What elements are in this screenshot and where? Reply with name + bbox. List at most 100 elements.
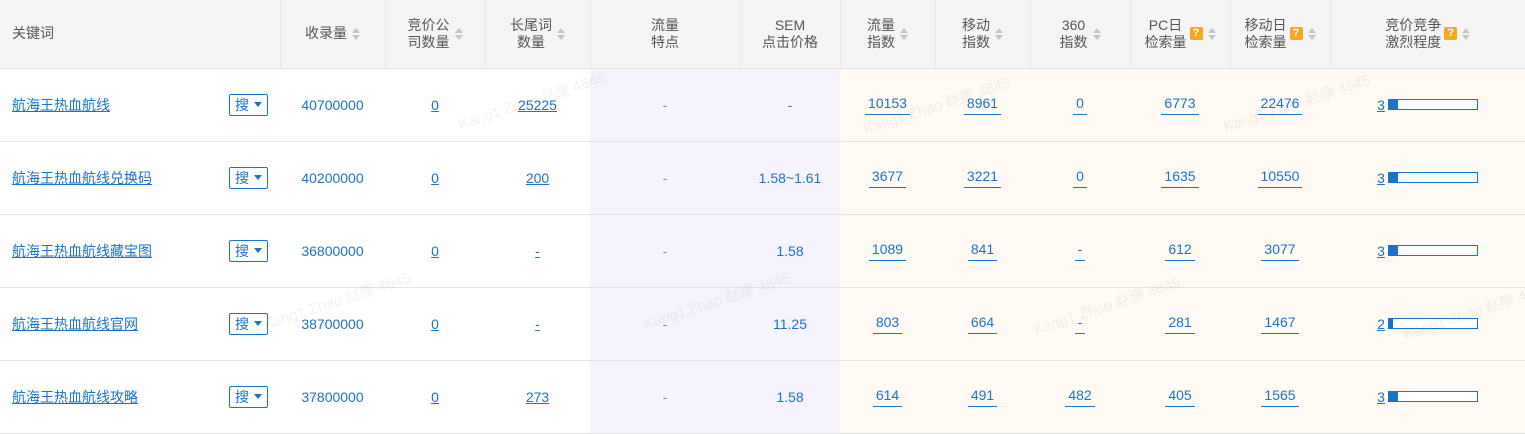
table-row: 航海王热血航线 搜 40700000 0 25225 - - 10153 8961 0 6773 22…	[0, 68, 1525, 142]
search-dropdown-button[interactable]: 搜	[229, 93, 268, 116]
mobile-daily-link[interactable]: 1467	[1261, 314, 1299, 334]
sort-icon[interactable]	[900, 27, 908, 40]
col-sem-price: SEM 点击价格	[739, 0, 840, 69]
col-index-count[interactable]: 收录量	[279, 0, 385, 69]
sort-icon[interactable]	[995, 27, 1003, 40]
mobile-index-cell: 491	[935, 360, 1030, 434]
bid-companies-link[interactable]: 0	[431, 316, 439, 332]
mobile-index-link[interactable]: 664	[967, 314, 998, 334]
help-icon[interactable]: ?	[1444, 27, 1458, 41]
long-tail-cell: 200	[485, 141, 590, 215]
keyword-link[interactable]: 航海王热血航线官网	[12, 314, 138, 334]
traffic-index-link[interactable]: 1089	[868, 241, 907, 261]
table-row: 航海王热血航线官网 搜 38700000 0 - - 11.25 803 664 - 281 1467…	[0, 287, 1525, 361]
pc-daily-cell: 405	[1130, 360, 1230, 434]
bid-companies-link[interactable]: 0	[431, 389, 439, 405]
long-tail-link[interactable]: 273	[526, 389, 549, 405]
bid-companies-cell: 0	[385, 360, 485, 434]
mobile-daily-link[interactable]: 22476	[1257, 95, 1303, 115]
index-360-link[interactable]: 482	[1065, 387, 1095, 407]
competition-link[interactable]: 3	[1377, 170, 1385, 186]
col-mobile-index[interactable]: 移动 指数	[934, 0, 1030, 69]
keyword-link[interactable]: 航海王热血航线藏宝图	[12, 241, 152, 261]
keyword-link[interactable]: 航海王热血航线攻略	[12, 387, 138, 407]
index-count-cell: 40700000	[280, 68, 385, 142]
pc-daily-link[interactable]: 6773	[1161, 95, 1199, 115]
help-icon[interactable]: ?	[1289, 27, 1303, 41]
mobile-daily-link[interactable]: 10550	[1257, 168, 1303, 188]
bid-companies-cell: 0	[385, 141, 485, 215]
sem-price-value: -	[787, 96, 793, 113]
pc-daily-link[interactable]: 405	[1165, 387, 1195, 407]
col-long-tail[interactable]: 长尾词 数量	[484, 0, 590, 69]
bid-companies-link[interactable]: 0	[431, 170, 439, 186]
col-mobile-daily[interactable]: 移动日 检索量 ?	[1229, 0, 1330, 69]
long-tail-link[interactable]: 25225	[518, 97, 557, 113]
traffic-feature-value: -	[662, 242, 668, 259]
search-button-label: 搜	[235, 388, 249, 405]
keyword-link[interactable]: 航海王热血航线	[12, 95, 110, 115]
sort-icon[interactable]	[557, 27, 565, 40]
long-tail-link[interactable]: -	[535, 316, 540, 332]
sort-icon[interactable]	[1307, 27, 1316, 40]
sort-icon[interactable]	[454, 27, 463, 40]
col-360-index[interactable]: 360 指数	[1029, 0, 1130, 69]
long-tail-cell: 25225	[485, 68, 590, 142]
long-tail-cell: -	[485, 287, 590, 361]
search-button-label: 搜	[235, 315, 249, 332]
traffic-index-link[interactable]: 10153	[865, 95, 910, 115]
sort-icon[interactable]	[1092, 27, 1101, 40]
mobile-daily-cell: 1467	[1230, 287, 1330, 361]
traffic-index-link[interactable]: 614	[872, 387, 903, 407]
long-tail-link[interactable]: 200	[526, 170, 549, 186]
index-360-link[interactable]: 0	[1073, 168, 1087, 188]
traffic-index-link[interactable]: 3677	[868, 168, 907, 188]
sort-icon[interactable]	[1207, 27, 1216, 40]
mobile-daily-link[interactable]: 1565	[1261, 387, 1299, 407]
traffic-feature-cell: -	[590, 214, 740, 288]
bid-companies-link[interactable]: 0	[431, 97, 439, 113]
mobile-daily-link[interactable]: 3077	[1261, 241, 1299, 261]
help-icon[interactable]: ?	[1189, 27, 1203, 41]
search-dropdown-button[interactable]: 搜	[229, 312, 268, 335]
index-360-link[interactable]: -	[1074, 314, 1086, 334]
competition-link[interactable]: 3	[1377, 243, 1385, 259]
keyword-cell: 航海王热血航线 搜	[0, 68, 280, 142]
traffic-index-link[interactable]: 803	[872, 314, 903, 334]
index-360-cell: 482	[1030, 360, 1130, 434]
traffic-feature-cell: -	[590, 68, 740, 142]
col-competition[interactable]: 竞价竞争 激烈程度 ?	[1329, 0, 1525, 69]
sort-icon[interactable]	[352, 27, 360, 40]
mobile-index-link[interactable]: 841	[967, 241, 998, 261]
competition-link[interactable]: 3	[1377, 97, 1385, 113]
pc-daily-link[interactable]: 1635	[1161, 168, 1199, 188]
col-traffic-index[interactable]: 流量 指数	[839, 0, 935, 69]
bid-companies-link[interactable]: 0	[431, 243, 439, 259]
col-pc-daily[interactable]: PC日 检索量 ?	[1129, 0, 1230, 69]
search-dropdown-button[interactable]: 搜	[229, 166, 268, 189]
keyword-link[interactable]: 航海王热血航线兑换码	[12, 168, 152, 188]
competition-cell: 3	[1330, 214, 1525, 288]
traffic-feature-value: -	[662, 169, 668, 186]
index-count-cell: 40200000	[280, 141, 385, 215]
sort-icon[interactable]	[1462, 27, 1471, 40]
index-360-link[interactable]: 0	[1073, 95, 1087, 115]
long-tail-link[interactable]: -	[535, 243, 540, 259]
pc-daily-cell: 6773	[1130, 68, 1230, 142]
competition-link[interactable]: 3	[1377, 389, 1385, 405]
index-360-cell: 0	[1030, 68, 1130, 142]
keyword-cell: 航海王热血航线兑换码 搜	[0, 141, 280, 215]
table-row: 航海王热血航线兑换码 搜 40200000 0 200 - 1.58~1.61 3677 322…	[0, 141, 1525, 215]
search-dropdown-button[interactable]: 搜	[229, 239, 268, 262]
index-360-link[interactable]: -	[1074, 241, 1086, 261]
col-bid-companies[interactable]: 竞价公 司数量	[384, 0, 485, 69]
mobile-index-link[interactable]: 3221	[963, 168, 1002, 188]
mobile-index-link[interactable]: 8961	[963, 95, 1002, 115]
mobile-daily-cell: 22476	[1230, 68, 1330, 142]
pc-daily-link[interactable]: 612	[1165, 241, 1195, 261]
mobile-index-link[interactable]: 491	[967, 387, 998, 407]
sem-price-cell: 1.58	[740, 360, 840, 434]
pc-daily-link[interactable]: 281	[1165, 314, 1195, 334]
competition-link[interactable]: 2	[1377, 316, 1385, 332]
search-dropdown-button[interactable]: 搜	[229, 385, 268, 408]
